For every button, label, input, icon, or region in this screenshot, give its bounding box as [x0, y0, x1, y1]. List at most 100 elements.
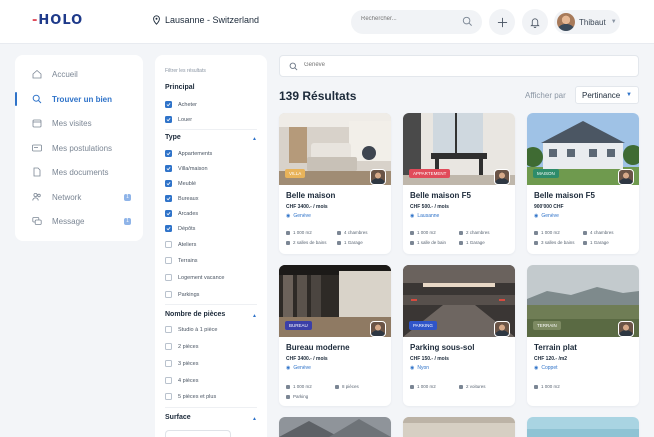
map-pin-icon: ◉	[286, 365, 291, 371]
checkbox-acheter[interactable]: Acheter	[165, 101, 197, 108]
divider	[165, 304, 257, 305]
main-search	[279, 55, 639, 77]
agent-avatar[interactable]	[494, 169, 510, 185]
user-menu[interactable]: Thibaut ▼	[554, 10, 620, 34]
header-search-input[interactable]	[361, 16, 461, 22]
property-location: ◉ Nyon	[410, 365, 429, 371]
checkbox-label: Logement vacance	[178, 274, 225, 281]
notifications-button[interactable]	[522, 9, 548, 35]
checkbox-3-pieces[interactable]: 3 pièces	[165, 360, 199, 367]
feature-garage: 1 Garage	[583, 240, 609, 245]
chevron-up-icon[interactable]: ▲	[252, 313, 257, 319]
chat-icon	[32, 217, 42, 225]
sidebar-item-mes-visites[interactable]: Mes visites	[15, 114, 143, 132]
parking-icon	[286, 394, 290, 399]
feature-garage: 1 Garage	[459, 240, 485, 245]
search-icon[interactable]	[462, 16, 473, 27]
logo[interactable]: -HOLO	[32, 13, 83, 28]
bath-icon	[410, 240, 414, 245]
checkbox-2-pieces[interactable]: 2 pièces	[165, 343, 199, 350]
section-surface-title: Surface	[165, 414, 191, 421]
feature-text: 2 voitures	[466, 384, 486, 389]
checkbox-appartements[interactable]: Appartements	[165, 150, 212, 157]
section-principal-title: Principal	[165, 84, 195, 91]
check-icon	[165, 165, 172, 172]
feature-text: 1 000 m2	[417, 230, 436, 235]
sidebar-item-label: Mes documents	[52, 167, 109, 177]
feature-text: 2 chambres	[466, 230, 490, 235]
network-badge: 1	[124, 193, 131, 201]
divider	[165, 129, 257, 130]
feature-bath: 1 salle de bain	[410, 240, 446, 245]
plus-icon	[497, 17, 507, 27]
results-count: 139 Résultats	[279, 89, 357, 103]
check-icon	[165, 101, 172, 108]
sidebar-item-mes-documents[interactable]: Mes documents	[15, 163, 143, 181]
property-card[interactable]	[527, 417, 639, 437]
chevron-up-icon[interactable]: ▲	[252, 416, 257, 422]
checkbox-terrains[interactable]: Terrains	[165, 257, 198, 264]
garage-icon	[337, 240, 341, 245]
bell-icon	[530, 17, 540, 28]
sidebar-item-message[interactable]: Message 1	[15, 212, 143, 230]
feature-area: 1 000 m2	[286, 384, 312, 389]
checkbox-louer[interactable]: Louer	[165, 116, 192, 123]
checkbox-villa-maison[interactable]: Villa/maison	[165, 165, 208, 172]
agent-avatar[interactable]	[618, 321, 634, 337]
sort-select[interactable]: Pertinance ▼	[575, 86, 639, 104]
chevron-up-icon[interactable]: ▲	[252, 136, 257, 142]
bed-icon	[337, 230, 341, 235]
add-button[interactable]	[489, 9, 515, 35]
checkbox-label: Meublé	[178, 180, 197, 187]
checkbox-4-pieces[interactable]: 4 pièces	[165, 377, 199, 384]
property-card[interactable]	[403, 417, 515, 437]
feature-rooms: 8 pièces	[335, 384, 359, 389]
checkbox-label: Villa/maison	[178, 165, 208, 172]
agent-avatar[interactable]	[370, 169, 386, 185]
feature-text: 2 salles de bains	[293, 240, 327, 245]
property-card[interactable]	[279, 417, 391, 437]
section-rooms-title: Nombre de pièces	[165, 311, 226, 318]
property-card[interactable]: Parking Parking sous-sol CHF 150.- / moi…	[403, 265, 515, 406]
agent-avatar[interactable]	[618, 169, 634, 185]
avatar	[557, 13, 575, 31]
feature-cars: 2 voitures	[459, 384, 486, 389]
checkbox-studio[interactable]: Studio à 1 pièce	[165, 326, 217, 333]
property-card[interactable]: Maison Belle maison F5 900'000 CHF ◉ Genè…	[527, 113, 639, 254]
sidebar-item-network[interactable]: Network 1	[15, 188, 143, 206]
agent-avatar[interactable]	[370, 321, 386, 337]
checkbox-depots[interactable]: Dépôts	[165, 225, 195, 232]
checkbox-ateliers[interactable]: Ateliers	[165, 241, 196, 248]
checkbox-arcades[interactable]: Arcades	[165, 210, 198, 217]
property-card[interactable]: Terrain Terrain plat CHF 120.- /m2 ◉ Copp…	[527, 265, 639, 406]
sidebar-item-accueil[interactable]: Accueil	[15, 65, 143, 83]
property-card[interactable]: Villa Belle maison CHF 3400.- / mois ◉ Ge…	[279, 113, 391, 254]
divider	[165, 407, 257, 408]
main-search-input[interactable]	[304, 62, 504, 68]
sidebar-item-label: Accueil	[52, 69, 78, 79]
map-pin-icon: ◉	[410, 365, 415, 371]
sidebar-item-mes-postulations[interactable]: Mes postulations	[15, 139, 143, 157]
checkbox-label: 5 pièces et plus	[178, 393, 217, 400]
feature-area: 1 000 m2	[286, 230, 312, 235]
checkbox-5-pieces-plus[interactable]: 5 pièces et plus	[165, 393, 216, 400]
check-icon	[165, 116, 172, 123]
property-tag: Villa	[285, 169, 306, 178]
sidebar-item-trouver-un-bien[interactable]: Trouver un bien	[15, 90, 143, 108]
checkbox-bureaux[interactable]: Bureaux	[165, 195, 199, 202]
feature-garage: 1 Garage	[337, 240, 363, 245]
location-selector[interactable]: Lausanne - Switzerland	[152, 15, 259, 25]
surface-input[interactable]	[165, 430, 231, 437]
agent-avatar[interactable]	[494, 321, 510, 337]
property-card[interactable]: Bureau Bureau moderne CHF 3400.- / mois …	[279, 265, 391, 406]
checkbox-parkings[interactable]: Parkings	[165, 291, 199, 298]
feature-rooms: 2 chambres	[459, 230, 490, 235]
checkbox-label: Appartements	[178, 150, 213, 157]
property-card[interactable]: Appartement Belle maison F5 CHF 500.- / …	[403, 113, 515, 254]
checkbox-meuble[interactable]: Meublé	[165, 180, 196, 187]
feature-area: 1 000 m2	[534, 230, 560, 235]
feature-text: 1 000 m2	[293, 384, 312, 389]
checkbox-logement-vacance[interactable]: Logement vacance	[165, 274, 224, 281]
check-icon	[165, 180, 172, 187]
filter-panel: Filtrer les résultats Principal Acheter …	[155, 55, 267, 437]
